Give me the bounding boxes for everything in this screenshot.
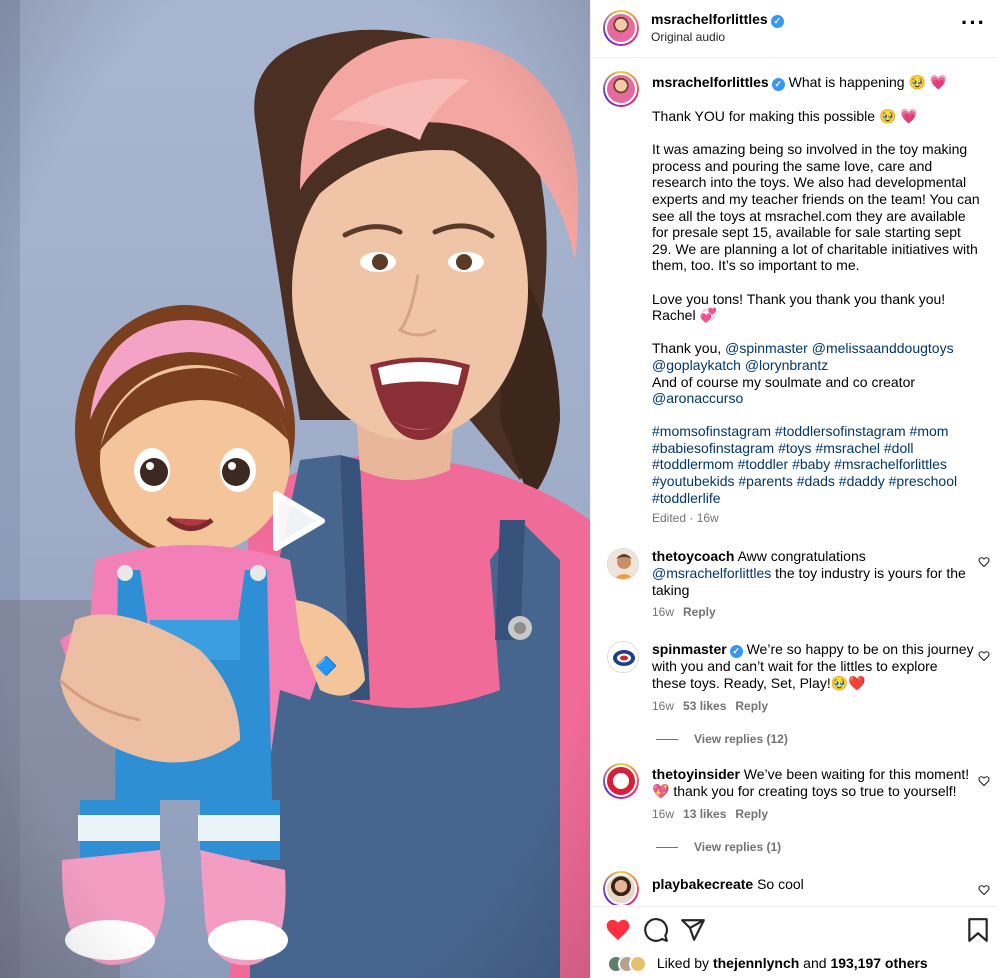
comment-username[interactable]: spinmaster — [652, 641, 727, 657]
view-replies-label: View replies (1) — [694, 840, 782, 854]
liked-by-count[interactable]: 193,197 others — [830, 955, 927, 971]
audio-label[interactable]: Original audio — [651, 30, 725, 44]
comment-username[interactable]: playbakecreate — [652, 876, 753, 892]
liked-by-label: Liked by — [656, 955, 713, 971]
comment-text: Aww congratulations — [734, 548, 866, 564]
reply-button[interactable]: Reply — [735, 699, 768, 713]
comment-text: So cool — [753, 876, 804, 892]
comment-item: thetoycoach Aww congratulations @msrache… — [652, 548, 974, 621]
post-side-panel: msrachelforlittles ✓ Original audio ··· m… — [590, 0, 997, 978]
caption-mention-aron[interactable]: @aronaccurso — [652, 390, 743, 406]
caption-avatar[interactable] — [603, 71, 639, 107]
caption-paragraph: Love you tons! Thank you thank you thank… — [652, 290, 946, 324]
divider — [656, 739, 678, 741]
divider — [656, 847, 678, 849]
comment-mention[interactable]: @msrachelforlittles — [652, 565, 771, 581]
comment-age: 16w — [652, 806, 675, 821]
caption-paragraph: Thank YOU for making this possible 🥹 💗 — [652, 108, 918, 124]
comment-like-heart-icon[interactable] — [978, 556, 990, 568]
verified-badge-icon: ✓ — [770, 15, 784, 28]
comment-like-heart-icon[interactable] — [978, 650, 990, 662]
save-bookmark-icon[interactable] — [967, 917, 989, 943]
more-options-button[interactable]: ··· — [961, 12, 986, 34]
post-header: msrachelforlittles ✓ Original audio ··· — [591, 0, 997, 58]
post-author-username[interactable]: msrachelforlittles — [651, 11, 768, 27]
comment-item: playbakecreate So cool — [652, 876, 974, 893]
video-player[interactable]: 🔷 — [0, 0, 590, 978]
liked-by-user[interactable]: thejennlynch — [713, 955, 799, 971]
play-icon[interactable] — [262, 488, 328, 554]
comment-like-heart-icon[interactable] — [978, 775, 990, 787]
comment-meta: 16w 53 likes Reply — [652, 698, 974, 715]
view-replies-label: View replies (12) — [694, 732, 788, 746]
comment-username[interactable]: thetoyinsider — [652, 766, 740, 782]
post-caption: msrachelforlittles ✓ What is happening 🥹 … — [652, 74, 982, 527]
view-replies-button[interactable]: View replies (1) — [656, 840, 781, 854]
comment-age: 16w — [652, 698, 675, 713]
reply-button[interactable]: Reply — [735, 807, 768, 821]
comment-age: 16w — [652, 605, 675, 620]
post-author: msrachelforlittles ✓ — [651, 11, 784, 28]
commenter-avatar[interactable] — [603, 871, 639, 905]
likes-summary[interactable]: Liked by thejennlynch and 193,197 others — [607, 955, 928, 974]
comment-meta: 16w Reply — [652, 604, 974, 621]
share-send-icon[interactable] — [680, 917, 706, 943]
liked-by-conjunction: and — [799, 955, 831, 971]
caption-meta: Edited · 16w — [652, 511, 719, 526]
avatar[interactable] — [603, 10, 639, 46]
verified-badge-icon: ✓ — [729, 645, 743, 658]
caption-thanks-text: Thank you, — [652, 340, 726, 357]
view-replies-button[interactable]: View replies (12) — [656, 732, 788, 746]
reply-button[interactable]: Reply — [683, 605, 716, 619]
caption-text: And of course my soulmate and co creator — [652, 373, 916, 390]
verified-badge-icon: ✓ — [771, 78, 785, 91]
caption-paragraph: It was amazing being so involved in the … — [652, 141, 980, 274]
comment-item: thetoyinsider We’ve been waiting for thi… — [652, 766, 974, 822]
comment-likes[interactable]: 53 likes — [683, 699, 726, 713]
caption-hashtags[interactable]: #momsofinstagram #toddlersofinstagram #m… — [652, 423, 982, 506]
comment-username[interactable]: thetoycoach — [652, 548, 734, 564]
caption-paragraph: Thank you, @spinmaster @melissaanddougto… — [652, 340, 982, 406]
caption-username[interactable]: msrachelforlittles — [652, 74, 769, 90]
caption-headline: What is happening 🥹 💗 — [788, 74, 948, 90]
like-heart-icon[interactable] — [605, 917, 631, 943]
commenter-avatar[interactable] — [607, 548, 639, 580]
commenter-avatar[interactable] — [607, 641, 639, 673]
comment-item: spinmaster ✓ We’re so happy to be on this… — [652, 641, 974, 714]
comments-scroll-area[interactable]: msrachelforlittles ✓ What is happening 🥹 … — [591, 59, 997, 905]
post-actions-bar: Liked by thejennlynch and 193,197 others — [591, 906, 997, 978]
comment-like-heart-icon[interactable] — [978, 884, 990, 896]
comment-meta: 16w 13 likes Reply — [652, 806, 974, 823]
comment-likes[interactable]: 13 likes — [683, 807, 726, 821]
liker-avatar — [629, 955, 647, 974]
comment-icon[interactable] — [643, 917, 669, 943]
commenter-avatar[interactable] — [603, 763, 639, 799]
